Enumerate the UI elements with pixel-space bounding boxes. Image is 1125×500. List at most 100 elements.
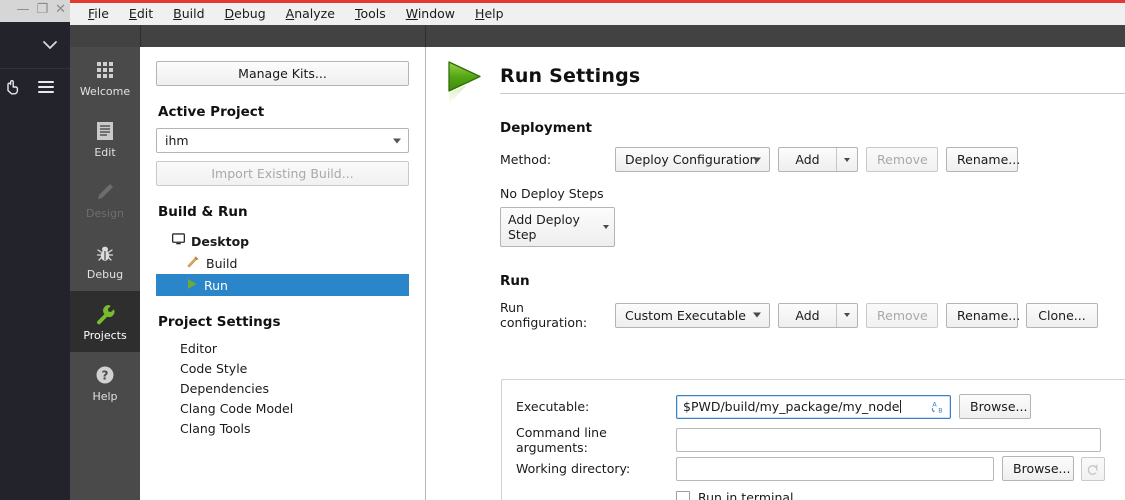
page-title: Run Settings <box>500 65 641 87</box>
active-project-select[interactable]: ihm <box>156 128 409 153</box>
list-item-editor[interactable]: Editor <box>156 338 409 358</box>
menu-debug[interactable]: Debug <box>215 4 276 24</box>
working-directory-label: Working directory: <box>516 461 631 476</box>
run-in-terminal-checkbox[interactable] <box>676 490 690 500</box>
deployment-method-value: Deploy Configuration <box>625 152 758 167</box>
list-item-clang-tools[interactable]: Clang Tools <box>156 418 409 438</box>
sidebar-item-label: Projects <box>83 329 127 342</box>
deployment-add-label: Add <box>795 152 820 167</box>
executable-label: Executable: <box>516 399 590 414</box>
chevron-down-icon <box>753 312 761 318</box>
deployment-method-label: Method: <box>500 152 552 167</box>
active-project-value: ihm <box>165 133 189 148</box>
main-window: File Edit Build Debug Analyze Tools Wind… <box>70 0 1125 500</box>
page-header: Run Settings <box>446 59 1125 104</box>
sidebar-item-label: Debug <box>86 268 124 281</box>
chevron-down-icon[interactable] <box>837 313 857 317</box>
sidebar-item-projects[interactable]: Projects <box>70 291 140 352</box>
list-item-code-style[interactable]: Code Style <box>156 358 409 378</box>
sidebar-item-label: Help <box>92 390 118 403</box>
menu-tools[interactable]: Tools <box>345 4 396 24</box>
tree-item-label: Build <box>206 255 238 271</box>
run-rename-button[interactable]: Rename... <box>946 302 1020 328</box>
background-window-titlebar: — ❐ ✕ <box>0 0 70 22</box>
hamburger-menu-icon[interactable] <box>38 81 54 93</box>
executable-input[interactable]: $PWD/build/my_package/my_node A B <box>676 394 951 419</box>
working-directory-reset-button[interactable] <box>1081 456 1105 481</box>
command-line-arguments-label: Command line arguments: <box>516 425 607 455</box>
run-settings-pane: Run Settings Deployment Method: Deploy C… <box>426 47 1125 500</box>
deployment-method-select[interactable]: Deploy Configuration <box>615 147 770 172</box>
chevron-down-icon <box>393 138 401 143</box>
menu-window[interactable]: Window <box>396 4 465 24</box>
deployment-add-button[interactable]: Add <box>778 147 858 172</box>
deployment-remove-button[interactable]: Remove <box>866 147 938 172</box>
svg-text:?: ? <box>102 369 109 383</box>
run-remove-button[interactable]: Remove <box>866 302 938 328</box>
sidebar-item-welcome[interactable]: Welcome <box>70 47 140 108</box>
run-configuration-label: Run configuration: <box>500 300 588 330</box>
tree-item-label: Desktop <box>191 233 250 249</box>
manage-kits-button[interactable]: Manage Kits... <box>156 61 409 86</box>
sidebar-item-design[interactable]: Design <box>70 169 140 230</box>
menu-help[interactable]: Help <box>465 4 514 24</box>
menu-file[interactable]: File <box>78 4 119 24</box>
run-configuration-value: Custom Executable <box>625 307 746 323</box>
working-directory-input[interactable] <box>676 456 994 481</box>
deployment-rename-button[interactable]: Rename... <box>946 147 1020 172</box>
sidebar-item-label: Welcome <box>79 85 131 98</box>
sidebar-item-edit[interactable]: Edit <box>70 108 140 169</box>
tree-item-build[interactable]: Build <box>156 252 409 274</box>
list-item-dependencies[interactable]: Dependencies <box>156 378 409 398</box>
chevron-down-icon[interactable] <box>837 157 857 162</box>
chevron-down-icon[interactable] <box>42 40 58 50</box>
run-config-groupbox: Executable: $PWD/build/my_package/my_nod… <box>501 379 1125 500</box>
green-play-icon <box>186 278 198 293</box>
project-settings-heading: Project Settings <box>158 314 281 330</box>
list-item-clang-code-model[interactable]: Clang Code Model <box>156 398 409 418</box>
executable-browse-button[interactable]: Browse... <box>959 394 1031 419</box>
project-pane: Manage Kits... Active Project ihm Import… <box>140 47 426 500</box>
tree-item-label: Run <box>204 277 228 293</box>
tree-item-kit-desktop[interactable]: Desktop <box>156 230 409 252</box>
deployment-heading: Deployment <box>500 120 593 136</box>
add-deploy-step-button[interactable]: Add Deploy Step <box>500 207 615 247</box>
pencil-icon <box>94 180 116 204</box>
menu-build[interactable]: Build <box>163 4 214 24</box>
variable-expand-icon[interactable]: A B <box>930 399 945 414</box>
run-in-terminal-label: Run in terminal <box>698 490 794 500</box>
mode-selector: Welcome Edit Design Debug Projects ? Hel… <box>70 47 140 500</box>
bg-restore-icon[interactable]: ❐ <box>36 3 48 16</box>
build-and-run-heading: Build & Run <box>158 204 248 220</box>
bg-close-icon[interactable]: ✕ <box>55 3 66 16</box>
run-add-button[interactable]: Add <box>778 302 858 328</box>
grid-icon <box>97 58 113 82</box>
run-heading: Run <box>500 273 530 289</box>
chevron-down-icon[interactable] <box>598 225 614 229</box>
import-existing-build-button[interactable]: Import Existing Build... <box>156 161 409 186</box>
add-deploy-step-label: Add Deploy Step <box>508 212 580 242</box>
wrench-icon <box>94 302 116 326</box>
no-deploy-steps-text: No Deploy Steps <box>500 186 604 201</box>
sidebar-item-debug[interactable]: Debug <box>70 230 140 291</box>
executable-value: $PWD/build/my_package/my_node <box>683 399 900 414</box>
menu-edit[interactable]: Edit <box>119 4 163 24</box>
hammer-icon <box>186 255 200 272</box>
run-clone-button[interactable]: Clone... <box>1026 302 1098 328</box>
sidebar-item-label: Edit <box>94 146 116 159</box>
header-divider <box>500 93 1125 94</box>
build-run-tree: Desktop Build Run <box>156 230 409 296</box>
hand-cursor-icon[interactable] <box>4 78 22 96</box>
run-configuration-select[interactable]: Custom Executable <box>615 302 770 328</box>
green-play-icon <box>446 59 486 104</box>
sidebar-item-help[interactable]: ? Help <box>70 352 140 413</box>
tree-item-run[interactable]: Run <box>156 274 409 296</box>
svg-text:B: B <box>938 406 942 414</box>
working-directory-browse-button[interactable]: Browse... <box>1002 456 1074 481</box>
menu-analyze[interactable]: Analyze <box>276 4 345 24</box>
mode-toolbar <box>70 25 1125 47</box>
bg-minimize-icon[interactable]: — <box>16 3 29 16</box>
document-lines-icon <box>96 119 114 143</box>
command-line-arguments-input[interactable] <box>676 428 1101 452</box>
active-project-heading: Active Project <box>158 104 265 120</box>
